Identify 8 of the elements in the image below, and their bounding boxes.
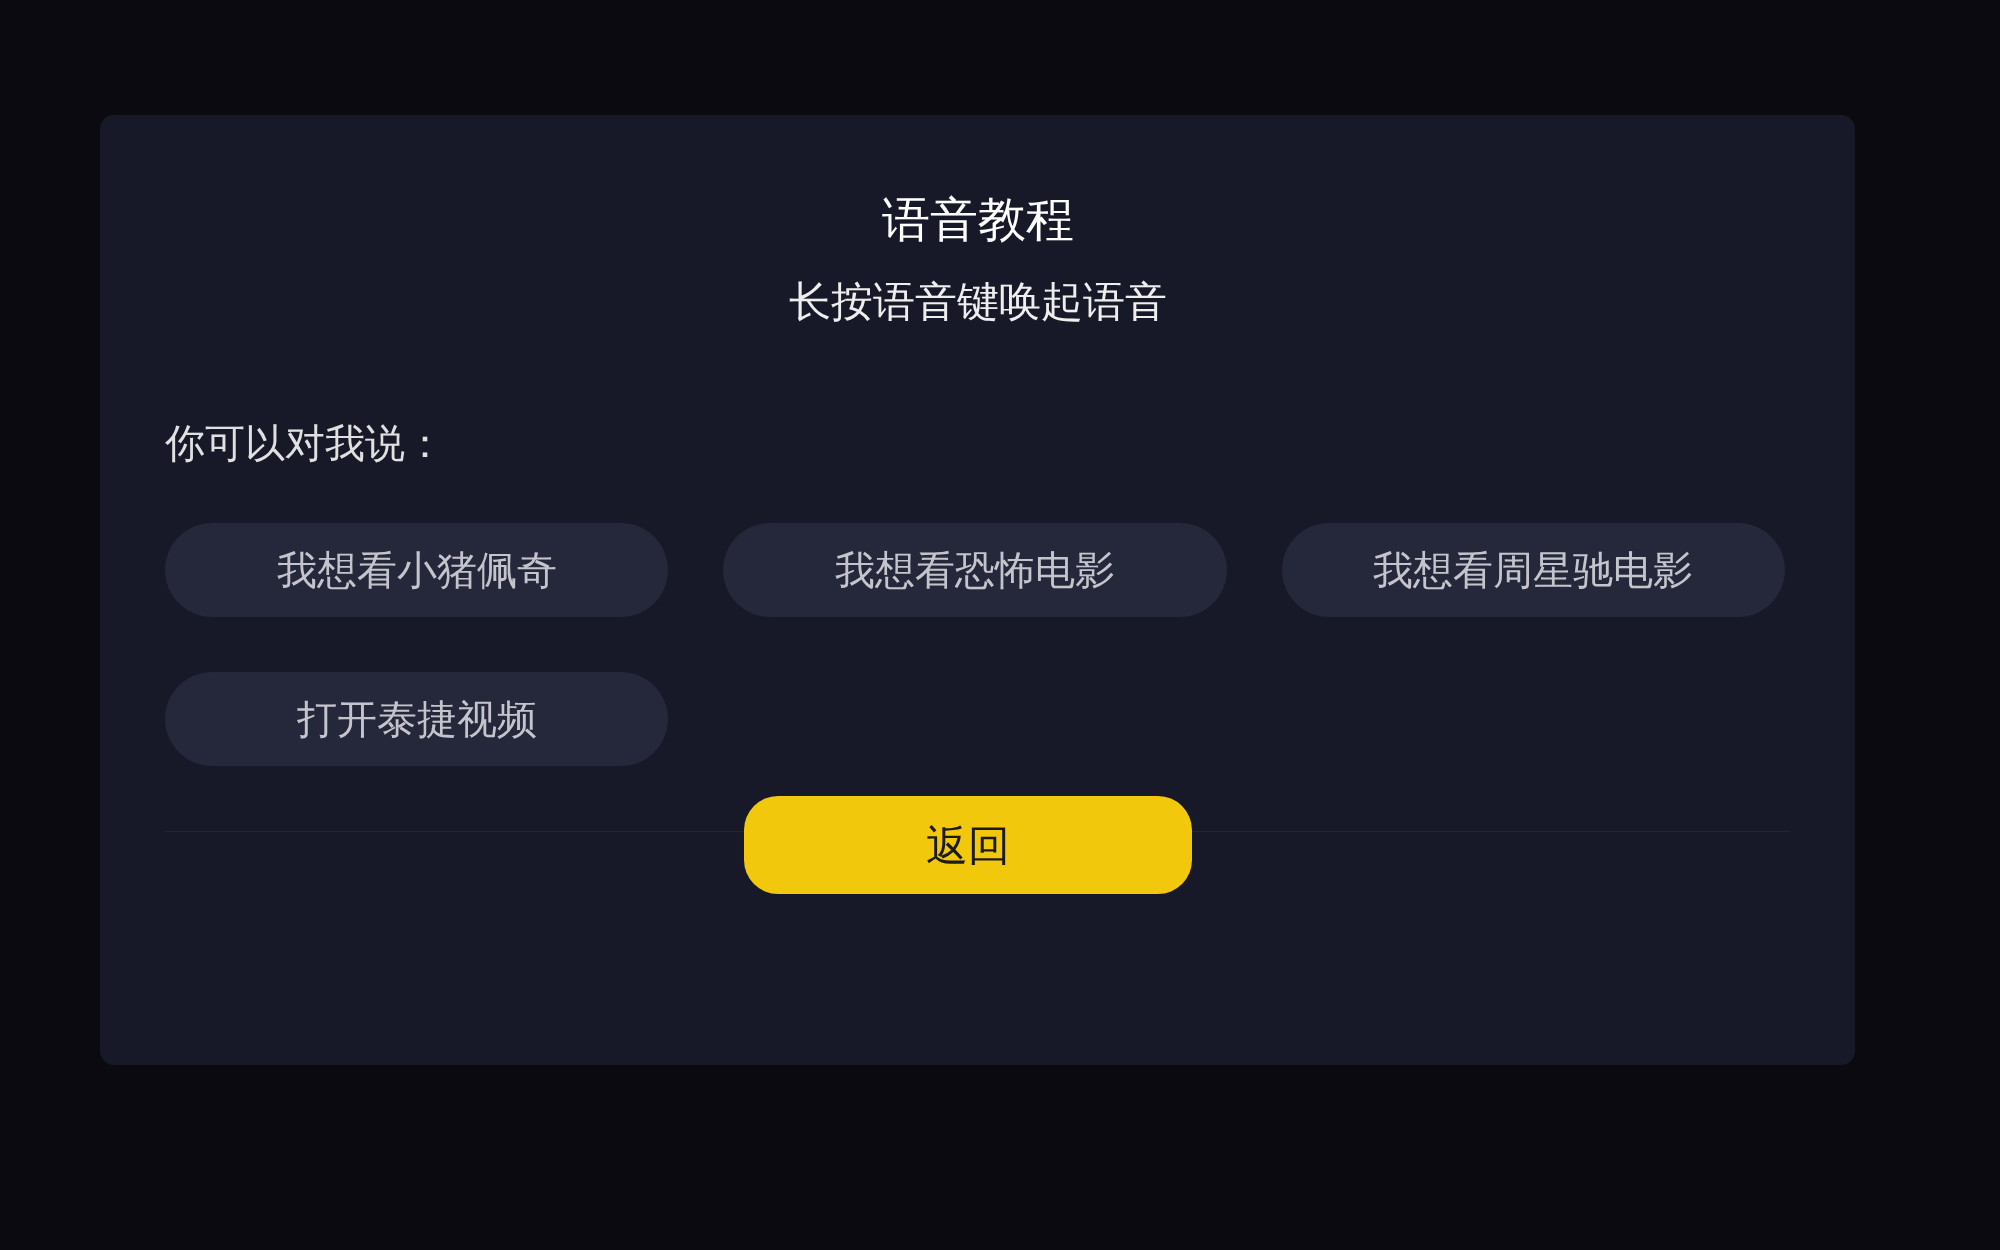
suggestion-chip[interactable]: 我想看恐怖电影 bbox=[723, 523, 1227, 617]
suggestion-chip[interactable]: 打开泰捷视频 bbox=[165, 672, 669, 766]
dialog-subtitle: 长按语音键唤起语音 bbox=[788, 281, 1167, 323]
prompt-text: 你可以对我说： bbox=[165, 423, 445, 463]
dialog-title: 语音教程 bbox=[881, 195, 1074, 243]
suggestion-chip[interactable]: 我想看周星驰电影 bbox=[1281, 523, 1785, 617]
back-button[interactable]: 返回 bbox=[743, 796, 1192, 894]
suggestion-chip[interactable]: 我想看小猪佩奇 bbox=[165, 523, 669, 617]
